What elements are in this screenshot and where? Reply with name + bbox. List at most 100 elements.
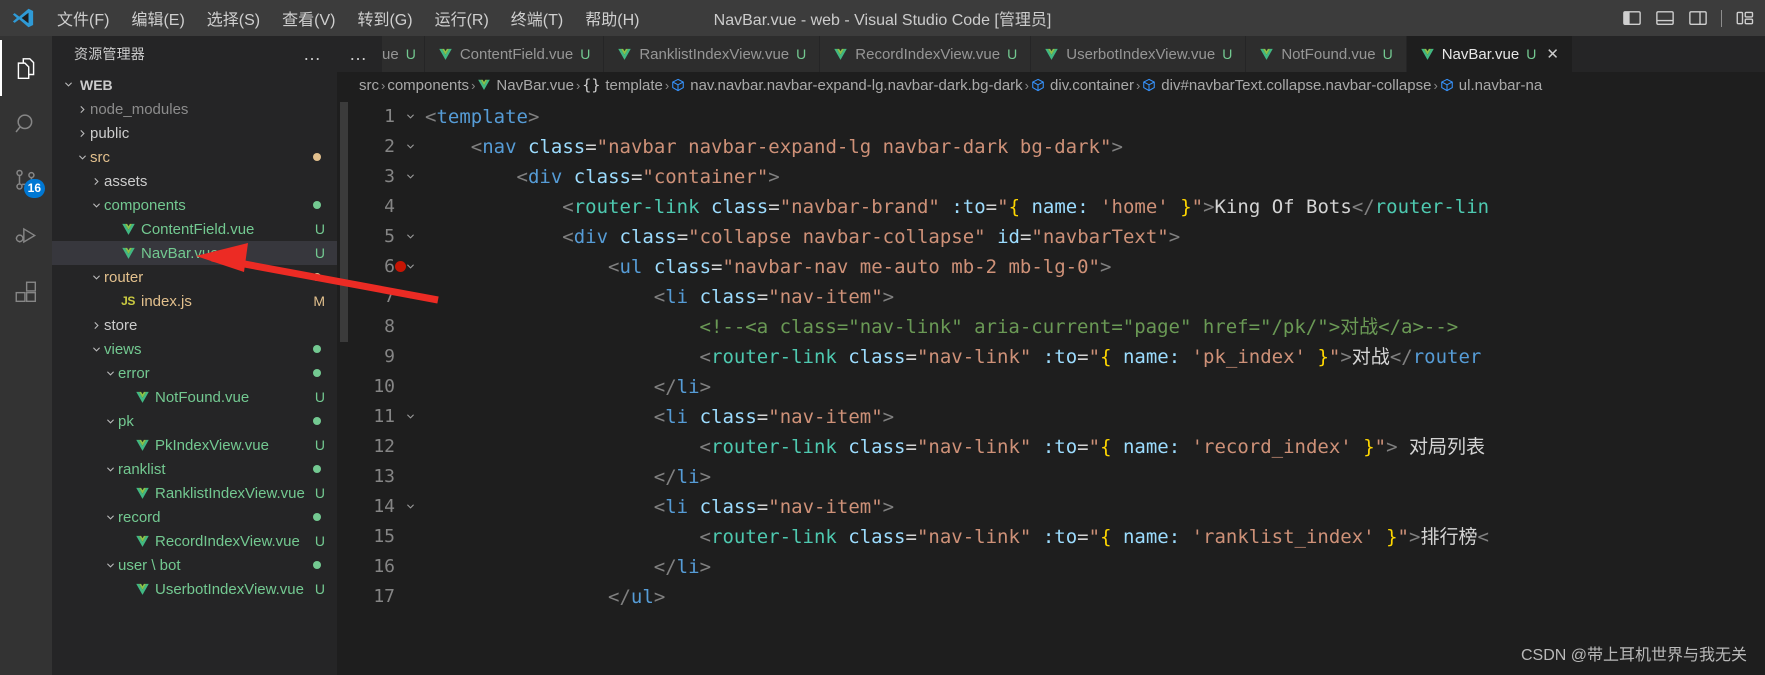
editor-tab-ranklistindexview-vue[interactable]: RanklistIndexView.vue U: [604, 36, 821, 72]
tree-item-error[interactable]: error: [52, 361, 337, 385]
tree-root-web[interactable]: WEB: [52, 72, 337, 97]
code-line[interactable]: 1 <template>: [351, 102, 1765, 132]
breadcrumb[interactable]: src › components › NavBar.vue ›{} template › nav…: [337, 72, 1765, 98]
tree-item-store[interactable]: store: [52, 313, 337, 337]
toggle-secondary-sidebar-icon[interactable]: [1688, 8, 1708, 28]
customize-layout-icon[interactable]: [1735, 8, 1755, 28]
menu-edit[interactable]: 编辑(E): [120, 2, 195, 34]
editor-scrollbar[interactable]: [337, 98, 351, 675]
tree-item-node-modules[interactable]: node_modules: [52, 97, 337, 121]
tree-item-pkindexview.vue[interactable]: PkIndexView.vue U: [52, 433, 337, 457]
search-icon[interactable]: [0, 96, 52, 152]
chevron-down-icon[interactable]: [74, 152, 90, 163]
chevron-right-icon[interactable]: [88, 176, 104, 187]
code-line[interactable]: 4 <router-link class="navbar-brand" :to=…: [351, 192, 1765, 222]
fold-chevron-down-icon[interactable]: [397, 282, 423, 312]
chevron-down-icon[interactable]: [88, 272, 104, 283]
code-line[interactable]: 16 </li>: [351, 552, 1765, 582]
breadcrumb-item[interactable]: nav.navbar.navbar-expand-lg.navbar-dark.…: [671, 77, 1023, 94]
tree-item-contentfield.vue[interactable]: ContentField.vue U: [52, 217, 337, 241]
code-line[interactable]: 5 <div class="collapse navbar-collapse" …: [351, 222, 1765, 252]
fold-chevron-down-icon[interactable]: [397, 402, 423, 432]
menu-run[interactable]: 运行(R): [424, 2, 500, 34]
code-lines[interactable]: 1 <template> 2 <nav class="navbar navbar-e…: [351, 98, 1765, 675]
menu-help[interactable]: 帮助(H): [574, 2, 650, 34]
fold-chevron-down-icon[interactable]: [397, 492, 423, 522]
tree-item-navbar.vue[interactable]: NavBar.vue U: [52, 241, 337, 265]
fold-chevron-down-icon[interactable]: [397, 132, 423, 162]
code-line[interactable]: 14 <li class="nav-item">: [351, 492, 1765, 522]
tree-item-components[interactable]: components: [52, 193, 337, 217]
menu-go[interactable]: 转到(G): [346, 2, 423, 34]
tree-item-router[interactable]: router: [52, 265, 337, 289]
editor-tab-userbotindexview-vue[interactable]: UserbotIndexView.vue U: [1031, 36, 1247, 72]
chevron-down-icon[interactable]: [102, 560, 118, 571]
breadcrumb-item[interactable]: div.container: [1031, 77, 1134, 94]
tree-item-ranklistindexview.vue[interactable]: RanklistIndexView.vue U: [52, 481, 337, 505]
code-line[interactable]: 17 </ul>: [351, 582, 1765, 612]
code-line[interactable]: 9 <router-link class="nav-link" :to="{ n…: [351, 342, 1765, 372]
toggle-panel-icon[interactable]: [1655, 8, 1675, 28]
tree-item-assets[interactable]: assets: [52, 169, 337, 193]
sidebar-more-actions-icon[interactable]: …: [303, 45, 323, 63]
file-tree[interactable]: WEB node_modules public src assets component…: [52, 72, 337, 675]
run-and-debug-icon[interactable]: [0, 208, 52, 264]
code-editor[interactable]: 1 <template> 2 <nav class="navbar navbar-e…: [337, 98, 1765, 675]
breadcrumb-item[interactable]: NavBar.vue: [477, 77, 574, 94]
chevron-down-icon[interactable]: [88, 200, 104, 211]
tree-item-recordindexview.vue[interactable]: RecordIndexView.vue U: [52, 529, 337, 553]
fold-chevron-down-icon[interactable]: [397, 162, 423, 192]
chevron-down-icon[interactable]: [102, 368, 118, 379]
close-icon[interactable]: ✕: [1546, 47, 1559, 62]
menu-bar[interactable]: 文件(F) 编辑(E) 选择(S) 查看(V) 转到(G) 运行(R) 终端(T…: [46, 2, 650, 34]
editor-tabs[interactable]: … ue U ContentField.vue U RanklistIndexVie…: [337, 36, 1765, 72]
extensions-icon[interactable]: [0, 264, 52, 320]
code-line[interactable]: 11 <li class="nav-item">: [351, 402, 1765, 432]
tabs-more-icon[interactable]: …: [349, 45, 369, 63]
chevron-right-icon[interactable]: [74, 104, 90, 115]
tab-partial[interactable]: ue U: [382, 36, 425, 72]
toggle-primary-sidebar-icon[interactable]: [1622, 8, 1642, 28]
fold-chevron-down-icon[interactable]: [397, 102, 423, 132]
tree-item-pk[interactable]: pk: [52, 409, 337, 433]
chevron-down-icon[interactable]: [102, 512, 118, 523]
breadcrumb-item[interactable]: {} template: [582, 76, 663, 94]
code-line[interactable]: 8 <!--<a class="nav-link" aria-current="…: [351, 312, 1765, 342]
code-line[interactable]: 15 <router-link class="nav-link" :to="{ …: [351, 522, 1765, 552]
scrollbar-thumb[interactable]: [340, 102, 348, 342]
tree-item-userbotindexview.vue[interactable]: UserbotIndexView.vue U: [52, 577, 337, 601]
code-line[interactable]: 6 <ul class="navbar-nav me-auto mb-2 mb-…: [351, 252, 1765, 282]
chevron-down-icon[interactable]: [102, 416, 118, 427]
breadcrumb-item[interactable]: ul.navbar-na: [1440, 77, 1542, 94]
menu-selection[interactable]: 选择(S): [196, 2, 271, 34]
tree-item-user-bot[interactable]: user \ bot: [52, 553, 337, 577]
tree-item-ranklist[interactable]: ranklist: [52, 457, 337, 481]
menu-terminal[interactable]: 终端(T): [500, 2, 574, 34]
fold-chevron-down-icon[interactable]: [397, 222, 423, 252]
code-line[interactable]: 7 <li class="nav-item">: [351, 282, 1765, 312]
chevron-right-icon[interactable]: [88, 320, 104, 331]
tab-overflow-more[interactable]: …: [337, 36, 382, 72]
menu-file[interactable]: 文件(F): [46, 2, 120, 34]
source-control-icon[interactable]: 16: [0, 152, 52, 208]
breadcrumb-item[interactable]: div#navbarText.collapse.navbar-collapse: [1142, 77, 1431, 94]
tree-item-src[interactable]: src: [52, 145, 337, 169]
tree-item-notfound.vue[interactable]: NotFound.vue U: [52, 385, 337, 409]
chevron-down-icon[interactable]: [88, 344, 104, 355]
code-line[interactable]: 3 <div class="container">: [351, 162, 1765, 192]
editor-tab-navbar-vue[interactable]: NavBar.vue U ✕: [1406, 36, 1573, 72]
code-line[interactable]: 13 </li>: [351, 462, 1765, 492]
editor-tab-recordindexview-vue[interactable]: RecordIndexView.vue U: [820, 36, 1032, 72]
tree-item-index.js[interactable]: JS index.js M: [52, 289, 337, 313]
editor-tab-notfound-vue[interactable]: NotFound.vue U: [1246, 36, 1407, 72]
menu-view[interactable]: 查看(V): [271, 2, 346, 34]
chevron-down-icon[interactable]: [102, 464, 118, 475]
breadcrumb-item[interactable]: components: [387, 77, 469, 94]
tree-item-public[interactable]: public: [52, 121, 337, 145]
breadcrumb-item[interactable]: src: [359, 77, 379, 94]
code-line[interactable]: 10 </li>: [351, 372, 1765, 402]
editor-tab-contentfield-vue[interactable]: ContentField.vue U: [424, 36, 605, 72]
tree-item-views[interactable]: views: [52, 337, 337, 361]
tree-item-record[interactable]: record: [52, 505, 337, 529]
chevron-right-icon[interactable]: [74, 128, 90, 139]
